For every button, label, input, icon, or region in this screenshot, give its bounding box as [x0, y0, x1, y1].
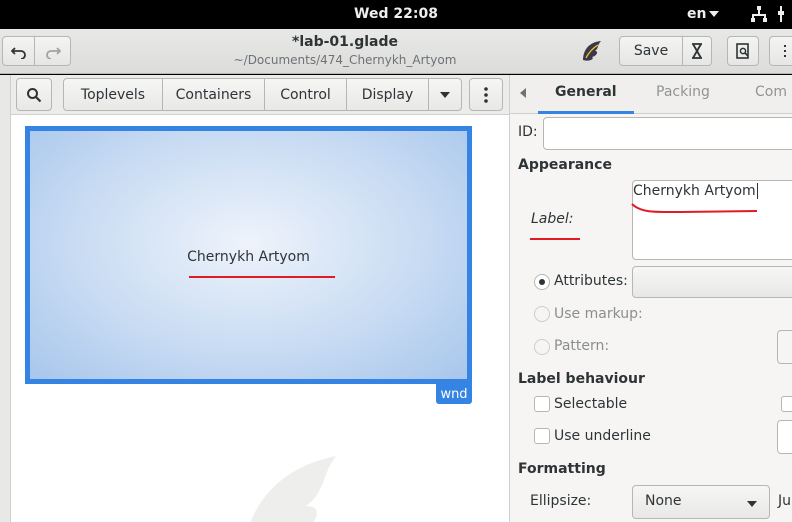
pattern-input[interactable] — [777, 330, 792, 364]
header-bar: *lab-01.glade ~/Documents/474_Chernykh_A… — [0, 29, 792, 74]
design-canvas[interactable]: Chernykh Artyom wnd — [11, 116, 509, 522]
language-indicator[interactable]: en — [687, 6, 706, 22]
main-menu-button[interactable] — [769, 36, 792, 66]
tab-packing[interactable]: Packing — [656, 84, 710, 100]
tab-common[interactable]: Com — [755, 84, 787, 100]
palette-tab-control[interactable]: Control — [264, 78, 347, 111]
clock[interactable]: Wed 22:08 — [0, 6, 792, 22]
chevron-left-icon[interactable] — [520, 88, 526, 98]
tab-general[interactable]: General — [555, 84, 617, 100]
preview-button[interactable] — [727, 36, 759, 66]
window-widget[interactable]: Chernykh Artyom — [25, 126, 472, 384]
redo-button[interactable] — [34, 36, 71, 66]
palette-tab-display[interactable]: Display — [346, 78, 429, 111]
undo-button[interactable] — [2, 36, 35, 66]
save-button[interactable]: Save — [619, 36, 683, 66]
preview-icon — [736, 43, 749, 59]
use-markup-radio[interactable] — [534, 306, 550, 322]
chevron-down-icon[interactable] — [709, 11, 719, 17]
pattern-label: Pattern: — [554, 338, 610, 354]
ellipsize-combo[interactable]: None — [632, 485, 770, 519]
hourglass-button[interactable] — [682, 36, 712, 66]
formatting-heading: Formatting — [518, 461, 606, 477]
attributes-label: Attributes: — [554, 273, 628, 289]
workspace-pane: Toplevels Containers Control Display Che… — [0, 75, 509, 522]
widget-name-badge: wnd — [436, 384, 472, 404]
label-property-label: Label: — [531, 211, 574, 227]
palette-more-button[interactable] — [428, 78, 462, 111]
palette-toolbar: Toplevels Containers Control Display — [11, 75, 509, 115]
editor-tabs: General Packing Com — [510, 75, 792, 114]
palette-tab-containers[interactable]: Containers — [162, 78, 265, 111]
right-checkbox[interactable] — [781, 396, 792, 412]
kebab-menu-icon — [484, 86, 488, 103]
selectable-label: Selectable — [554, 396, 628, 412]
label-text-area[interactable]: Chernykh Artyom — [631, 180, 792, 260]
top-bar: Wed 22:08 en — [0, 0, 792, 29]
chevron-down-icon — [440, 91, 450, 98]
window-title: *lab-01.glade — [292, 34, 398, 50]
appearance-heading: Appearance — [518, 157, 612, 173]
right-input[interactable] — [777, 420, 792, 454]
search-icon — [27, 87, 42, 102]
use-underline-checkbox[interactable] — [534, 428, 550, 444]
ellipsize-label: Ellipsize: — [530, 493, 592, 509]
id-label: ID: — [518, 124, 538, 140]
justify-label: Ju — [778, 493, 792, 509]
glade-watermark-icon — [250, 456, 336, 522]
use-underline-label: Use underline — [554, 428, 651, 444]
window-label-text[interactable]: Chernykh Artyom — [30, 249, 467, 265]
active-tab-indicator — [538, 111, 634, 114]
annotation-underline — [530, 238, 580, 240]
annotation-underline — [631, 203, 758, 214]
annotation-underline — [189, 276, 335, 278]
redo-icon — [45, 47, 61, 59]
pattern-radio[interactable] — [534, 339, 550, 355]
palette-options-button[interactable] — [469, 78, 503, 111]
window-subtitle: ~/Documents/474_Chernykh_Artyom — [233, 53, 457, 67]
attributes-radio[interactable] — [534, 274, 550, 290]
palette-tab-toplevels[interactable]: Toplevels — [63, 78, 163, 111]
undo-icon — [10, 47, 26, 59]
property-editor: General Packing Com ID: Appearance Label… — [509, 75, 792, 522]
id-input[interactable] — [543, 117, 792, 150]
search-button[interactable] — [16, 78, 52, 111]
use-markup-label: Use markup: — [554, 306, 643, 322]
label-behaviour-heading: Label behaviour — [518, 371, 645, 387]
ellipsize-value: None — [645, 493, 682, 509]
hourglass-icon — [692, 43, 702, 59]
label-text-value[interactable]: Chernykh Artyom — [633, 183, 758, 199]
selectable-checkbox[interactable] — [534, 396, 550, 412]
network-icon[interactable] — [751, 6, 767, 22]
glade-logo-icon — [583, 41, 601, 61]
project-pane-edge[interactable] — [0, 75, 11, 522]
system-menu-icon[interactable] — [778, 6, 792, 22]
hamburger-icon — [784, 45, 786, 57]
chevron-down-icon — [747, 501, 757, 507]
attributes-button[interactable] — [632, 266, 792, 298]
